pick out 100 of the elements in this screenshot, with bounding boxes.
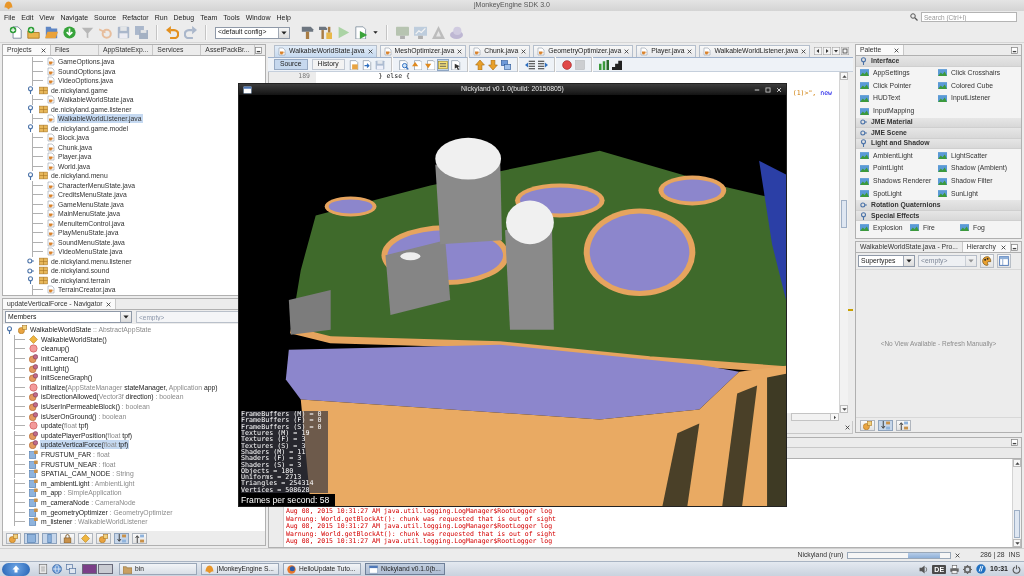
windows-icon[interactable] bbox=[66, 564, 76, 574]
globe-icon[interactable] bbox=[52, 564, 62, 574]
close-icon[interactable] bbox=[521, 49, 527, 54]
hammer-broom-icon[interactable] bbox=[319, 26, 332, 39]
toggle-button[interactable] bbox=[114, 532, 129, 544]
tree-toggle-icon[interactable] bbox=[27, 171, 34, 180]
close-icon[interactable] bbox=[955, 552, 961, 558]
toggle-button[interactable] bbox=[24, 532, 39, 544]
circle-pair-icon bbox=[29, 440, 38, 450]
circle-logo-icon[interactable] bbox=[976, 564, 987, 574]
close-icon[interactable] bbox=[367, 49, 373, 54]
document-pointer-icon[interactable] bbox=[450, 59, 461, 70]
up-arrow-icon bbox=[1014, 460, 1020, 466]
close-icon[interactable] bbox=[41, 47, 46, 53]
toggle-button[interactable] bbox=[132, 532, 147, 544]
toggle-button[interactable] bbox=[96, 532, 111, 544]
scrollbar-thumb[interactable] bbox=[841, 200, 847, 228]
document-up-icon[interactable] bbox=[411, 59, 422, 70]
circle-pair-icon bbox=[29, 354, 38, 364]
square-badge-icon bbox=[29, 459, 38, 469]
scrollbar-thumb[interactable] bbox=[1014, 510, 1020, 538]
toggle-button[interactable] bbox=[860, 419, 875, 431]
find-icon[interactable] bbox=[398, 59, 409, 70]
caret-icon[interactable] bbox=[373, 30, 378, 35]
landscape-icon bbox=[938, 69, 947, 77]
toggle-button[interactable] bbox=[42, 532, 57, 544]
record-icon[interactable] bbox=[561, 59, 572, 70]
minimize-icon[interactable] bbox=[1011, 439, 1018, 446]
package-icon bbox=[39, 123, 48, 133]
tree-toggle-icon[interactable] bbox=[27, 257, 34, 266]
square-icon bbox=[27, 533, 36, 543]
document-down-icon[interactable] bbox=[424, 59, 435, 70]
bar-chart-icon[interactable] bbox=[598, 59, 609, 70]
shift-left-icon[interactable] bbox=[524, 59, 535, 70]
minimize-icon[interactable] bbox=[1011, 46, 1018, 54]
circle-pair-icon bbox=[29, 411, 38, 421]
start-button[interactable] bbox=[2, 562, 30, 576]
scrollbar[interactable] bbox=[1012, 459, 1021, 547]
new-folder-icon[interactable] bbox=[27, 26, 40, 39]
document-play-icon[interactable] bbox=[355, 26, 368, 39]
close-icon[interactable] bbox=[457, 49, 463, 54]
close-icon[interactable] bbox=[624, 49, 630, 54]
tree-toggle-icon[interactable] bbox=[27, 124, 34, 133]
scrollbar[interactable] bbox=[791, 413, 839, 421]
workspace-button[interactable] bbox=[98, 564, 113, 574]
new-file-icon[interactable] bbox=[9, 26, 22, 39]
toggle-button[interactable] bbox=[78, 532, 93, 544]
tree-toggle-icon[interactable] bbox=[27, 86, 34, 95]
landscape-icon bbox=[938, 190, 947, 198]
download-icon[interactable] bbox=[63, 26, 76, 39]
power-icon[interactable] bbox=[1012, 564, 1021, 574]
printer-icon[interactable] bbox=[950, 564, 960, 574]
close-icon[interactable] bbox=[800, 49, 806, 54]
sort-icon bbox=[899, 420, 908, 430]
minimize-icon[interactable] bbox=[255, 46, 262, 54]
ball-icon bbox=[287, 564, 296, 574]
scrollbar[interactable] bbox=[839, 72, 848, 413]
tool-button[interactable] bbox=[980, 254, 994, 268]
hammer-icon[interactable] bbox=[301, 26, 314, 39]
toggle-button[interactable] bbox=[878, 419, 893, 431]
square-badge-icon bbox=[29, 488, 38, 498]
caret-icon[interactable] bbox=[832, 46, 840, 55]
circle-pair-icon bbox=[29, 392, 38, 402]
restore-icon[interactable] bbox=[841, 46, 849, 55]
window-icon bbox=[369, 564, 378, 574]
tree-toggle-icon[interactable] bbox=[6, 325, 13, 334]
up-arrow-icon[interactable] bbox=[474, 59, 485, 70]
close-icon[interactable] bbox=[894, 47, 899, 53]
close-icon[interactable] bbox=[845, 424, 850, 430]
toggle-button[interactable] bbox=[6, 532, 21, 544]
steps-icon[interactable] bbox=[611, 59, 622, 70]
close-icon[interactable] bbox=[687, 49, 693, 54]
diamond-icon bbox=[29, 334, 38, 344]
gear-icon[interactable] bbox=[963, 564, 973, 574]
toggle-button[interactable] bbox=[896, 419, 911, 431]
shift-right-icon[interactable] bbox=[537, 59, 548, 70]
down-arrow-icon[interactable] bbox=[487, 59, 498, 70]
document-arrow-icon[interactable] bbox=[361, 59, 372, 70]
java-file-icon bbox=[278, 47, 286, 56]
maximize-icon[interactable] bbox=[765, 86, 771, 93]
minimize-icon[interactable] bbox=[1011, 243, 1018, 251]
speaker-icon[interactable] bbox=[919, 564, 929, 574]
rectangles-icon[interactable] bbox=[500, 59, 511, 70]
tree-toggle-icon[interactable] bbox=[27, 105, 34, 114]
close-icon[interactable] bbox=[1000, 244, 1006, 250]
tree-toggle-icon[interactable] bbox=[27, 276, 34, 285]
close-icon[interactable] bbox=[105, 301, 111, 307]
package-icon bbox=[39, 266, 48, 276]
undo-icon[interactable] bbox=[166, 26, 179, 39]
open-folder-icon[interactable] bbox=[45, 26, 58, 39]
document-icon[interactable] bbox=[348, 59, 359, 70]
toggle-button[interactable] bbox=[60, 532, 75, 544]
document-icon[interactable] bbox=[38, 564, 48, 574]
java-file-icon bbox=[47, 95, 55, 105]
landscape-icon bbox=[938, 164, 947, 172]
scroll-left-icon[interactable] bbox=[814, 46, 822, 55]
tree-toggle-icon[interactable] bbox=[27, 266, 34, 275]
app-logo-icon bbox=[4, 1, 13, 10]
landscape-icon bbox=[860, 82, 869, 90]
scroll-right-icon[interactable] bbox=[823, 46, 831, 55]
